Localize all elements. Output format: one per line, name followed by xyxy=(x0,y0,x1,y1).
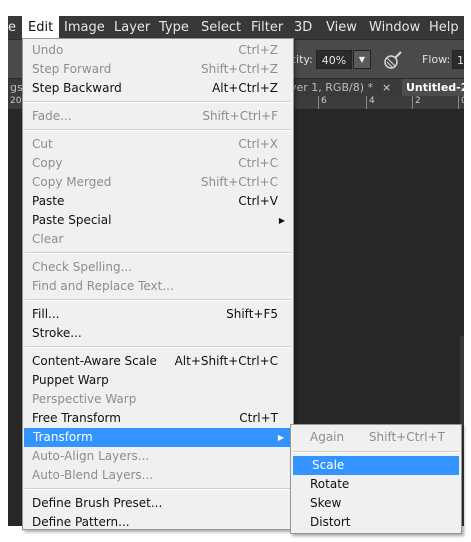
menu-item-stroke[interactable]: Stroke... xyxy=(23,324,293,343)
menu-item-distort[interactable]: Distort xyxy=(291,513,461,532)
menu-separator xyxy=(25,252,291,254)
menu-item-auto-blend[interactable]: Auto-Blend Layers... xyxy=(23,466,293,485)
menu-view[interactable]: View xyxy=(320,16,363,39)
menu-item-cut[interactable]: Cut Ctrl+X xyxy=(23,135,293,154)
menu-separator xyxy=(25,129,291,131)
menu-image[interactable]: Image xyxy=(58,16,111,39)
menu-item-define-pattern[interactable]: Define Pattern... xyxy=(23,513,293,529)
opacity-dropdown-button[interactable]: ▼ xyxy=(353,50,371,69)
menu-item-undo[interactable]: Undo Ctrl+Z xyxy=(23,41,293,60)
menu-item-find-replace[interactable]: Find and Replace Text... xyxy=(23,277,293,296)
airbrush-icon[interactable] xyxy=(381,48,405,72)
submenu-arrow-icon: ▶ xyxy=(277,433,284,442)
close-icon[interactable]: × xyxy=(378,79,392,96)
menu-item-transform[interactable]: Transform ▶ xyxy=(24,428,292,447)
ruler-label: 0 xyxy=(458,96,464,109)
menu-item-check-spelling[interactable]: Check Spelling... xyxy=(23,258,293,277)
flow-label: Flow: xyxy=(422,53,451,66)
menu-item-scale[interactable]: Scale xyxy=(293,456,459,475)
menu-separator xyxy=(25,346,291,348)
menu-item-fade[interactable]: Fade... Shift+Ctrl+F xyxy=(23,107,293,126)
menu-select[interactable]: Select xyxy=(195,16,247,39)
menu-help[interactable]: Help xyxy=(423,16,464,39)
submenu-arrow-icon: ▶ xyxy=(278,216,285,225)
menu-edit[interactable]: Edit xyxy=(22,16,60,39)
menu-item-paste[interactable]: Paste Ctrl+V xyxy=(23,192,293,211)
menu-separator xyxy=(25,488,291,490)
menu-item-perspective-warp[interactable]: Perspective Warp xyxy=(23,390,293,409)
edit-menu: Undo Ctrl+Z Step Forward Shift+Ctrl+Z Step… xyxy=(22,38,294,530)
ruler-label: 4 xyxy=(366,96,375,109)
menu-item-free-transform[interactable]: Free Transform Ctrl+T xyxy=(23,409,293,428)
menu-item-auto-align[interactable]: Auto-Align Layers... xyxy=(23,447,293,466)
menu-filter[interactable]: Filter xyxy=(245,16,289,39)
menu-item-fill[interactable]: Fill... Shift+F5 xyxy=(23,305,293,324)
menu-item-paste-special[interactable]: Paste Special ▶ xyxy=(23,211,293,230)
menu-separator xyxy=(25,299,291,301)
menu-item-skew[interactable]: Skew xyxy=(291,494,461,513)
menu-item-copy[interactable]: Copy Ctrl+C xyxy=(23,154,293,173)
menu-separator xyxy=(25,101,291,103)
menu-separator xyxy=(293,451,459,453)
menu-item-clear[interactable]: Clear xyxy=(23,230,293,249)
menu-type[interactable]: Type xyxy=(153,16,195,39)
menu-item-again[interactable]: Again Shift+Ctrl+T xyxy=(291,428,461,447)
menu-file-partial[interactable]: e xyxy=(8,16,22,39)
menu-3d[interactable]: 3D xyxy=(288,16,318,39)
menu-item-define-brush[interactable]: Define Brush Preset... xyxy=(23,494,293,513)
menu-layer[interactable]: Layer xyxy=(108,16,156,39)
tab-untitled-2[interactable]: Untitled-2 xyxy=(402,79,464,96)
menu-window[interactable]: Window xyxy=(363,16,426,39)
ruler-label: 20 xyxy=(10,96,22,106)
menu-bar: e Edit Image Layer Type Select Filter 3D… xyxy=(8,16,464,39)
flow-input[interactable]: 1 xyxy=(452,50,464,69)
transform-submenu: Again Shift+Ctrl+T Scale Rotate Skew Dist… xyxy=(290,424,462,534)
menu-item-puppet-warp[interactable]: Puppet Warp xyxy=(23,371,293,390)
ruler-label: 6 xyxy=(318,96,327,109)
opacity-input[interactable]: 40% xyxy=(316,50,352,69)
menu-item-content-aware-scale[interactable]: Content-Aware Scale Alt+Shift+Ctrl+C xyxy=(23,352,293,371)
menu-item-copy-merged[interactable]: Copy Merged Shift+Ctrl+C xyxy=(23,173,293,192)
menu-item-rotate[interactable]: Rotate xyxy=(291,475,461,494)
chevron-down-icon: ▼ xyxy=(358,55,366,64)
menu-item-step-forward[interactable]: Step Forward Shift+Ctrl+Z xyxy=(23,60,293,79)
menu-item-step-backward[interactable]: Step Backward Alt+Ctrl+Z xyxy=(23,79,293,98)
ruler-label: 2 xyxy=(412,96,421,109)
tab-current-document[interactable]: yer 1, RGB/8) * xyxy=(286,79,376,96)
